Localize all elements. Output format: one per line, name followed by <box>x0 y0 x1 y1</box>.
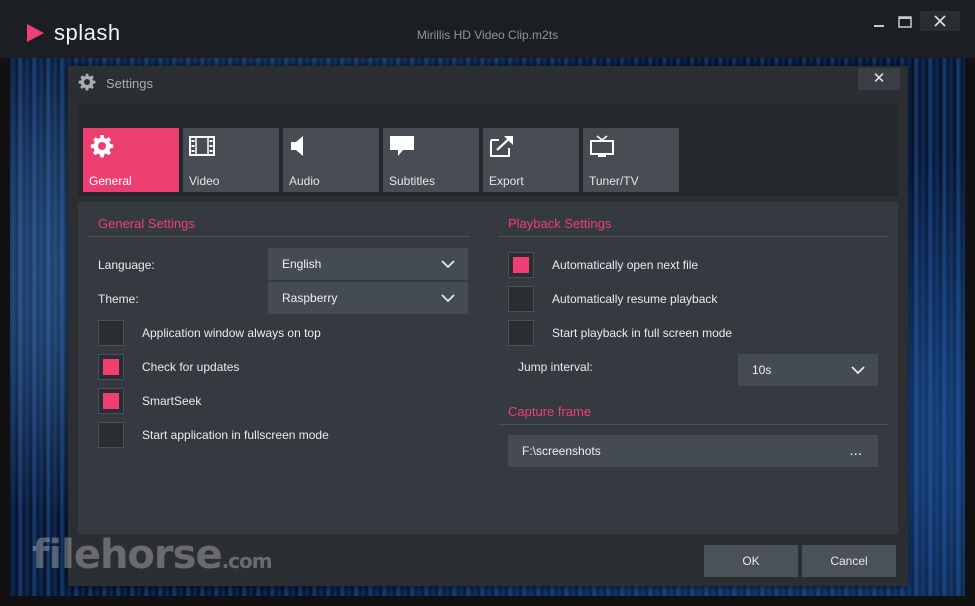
theme-label: Theme: <box>98 292 139 306</box>
fullscreen-playback-checkbox[interactable] <box>508 320 534 346</box>
minimize-button[interactable] <box>866 14 892 30</box>
tab-label: Audio <box>289 174 320 188</box>
language-select[interactable]: English <box>268 248 468 280</box>
tab-video[interactable]: Video <box>183 128 279 192</box>
dialog-close-button[interactable]: ✕ <box>858 68 900 90</box>
chevron-down-icon <box>851 366 865 375</box>
tab-label: General <box>89 174 132 188</box>
divider <box>498 424 888 425</box>
dialog-title: Settings <box>106 76 153 91</box>
divider <box>88 236 470 237</box>
auto-open-next-label: Automatically open next file <box>552 258 699 272</box>
playback-settings-title: Playback Settings <box>508 216 612 231</box>
start-fullscreen-label: Start application in fullscreen mode <box>142 428 329 442</box>
tv-icon <box>590 135 614 157</box>
auto-resume-checkbox[interactable] <box>508 286 534 312</box>
gear-icon <box>78 73 96 91</box>
settings-dialog: Settings ✕ General Video Audio Subtitles… <box>68 66 908 586</box>
language-label: Language: <box>98 258 155 272</box>
theme-select[interactable]: Raspberry <box>268 282 468 314</box>
chevron-down-icon <box>441 294 455 303</box>
language-value: English <box>282 257 322 271</box>
auto-open-next-checkbox[interactable] <box>508 252 534 278</box>
dialog-header: Settings ✕ <box>68 66 908 104</box>
fullscreen-playback-label: Start playback in full screen mode <box>552 326 733 340</box>
divider <box>498 236 888 237</box>
film-icon <box>189 136 215 156</box>
always-on-top-label: Application window always on top <box>142 326 321 340</box>
tab-export[interactable]: Export <box>483 128 579 192</box>
smartseek-label: SmartSeek <box>142 394 202 408</box>
check-updates-label: Check for updates <box>142 360 240 374</box>
capture-frame-title: Capture frame <box>508 404 592 419</box>
maximize-icon <box>898 16 912 28</box>
app-close-button[interactable] <box>920 11 960 31</box>
tab-label: Video <box>189 174 220 188</box>
ok-button[interactable]: OK <box>704 545 798 577</box>
app-titlebar: splash Mirillis HD Video Clip.m2ts <box>0 0 975 58</box>
auto-resume-label: Automatically resume playback <box>552 292 718 306</box>
tab-subtitles[interactable]: Subtitles <box>383 128 479 192</box>
capture-path-value: F:\screenshots <box>522 444 601 458</box>
tab-audio[interactable]: Audio <box>283 128 379 192</box>
watermark-suffix: .com <box>221 549 273 573</box>
export-icon <box>490 136 513 157</box>
capture-path-field[interactable]: F:\screenshots ... <box>508 435 878 467</box>
window-title: Mirillis HD Video Clip.m2ts <box>416 28 559 42</box>
check-updates-checkbox[interactable] <box>98 354 124 380</box>
theme-value: Raspberry <box>282 291 338 305</box>
browse-button[interactable]: ... <box>849 442 862 459</box>
watermark: filehorse.com <box>32 532 273 578</box>
tab-label: Export <box>489 174 524 188</box>
cancel-button[interactable]: Cancel <box>802 545 896 577</box>
tab-tuner-tv[interactable]: Tuner/TV <box>583 128 679 192</box>
close-icon <box>934 15 946 27</box>
smartseek-checkbox[interactable] <box>98 388 124 414</box>
tab-label: Tuner/TV <box>589 174 639 188</box>
speech-bubble-icon <box>390 136 414 156</box>
tab-label: Subtitles <box>389 174 436 188</box>
start-fullscreen-checkbox[interactable] <box>98 422 124 448</box>
minimize-icon <box>874 25 884 27</box>
general-settings-title: General Settings <box>98 216 195 231</box>
watermark-text: filehorse <box>32 532 223 578</box>
maximize-button[interactable] <box>892 14 918 30</box>
jump-interval-label: Jump interval: <box>518 360 593 374</box>
always-on-top-checkbox[interactable] <box>98 320 124 346</box>
speaker-icon <box>291 136 303 156</box>
gear-icon <box>90 135 114 158</box>
jump-interval-select[interactable]: 10s <box>738 354 878 386</box>
jump-interval-value: 10s <box>752 363 772 377</box>
settings-tabs: General Video Audio Subtitles Export Tun… <box>78 104 898 196</box>
chevron-down-icon <box>441 260 455 269</box>
tab-general[interactable]: General <box>83 128 179 192</box>
general-settings-panel: General Settings Language: English Theme… <box>78 202 898 534</box>
